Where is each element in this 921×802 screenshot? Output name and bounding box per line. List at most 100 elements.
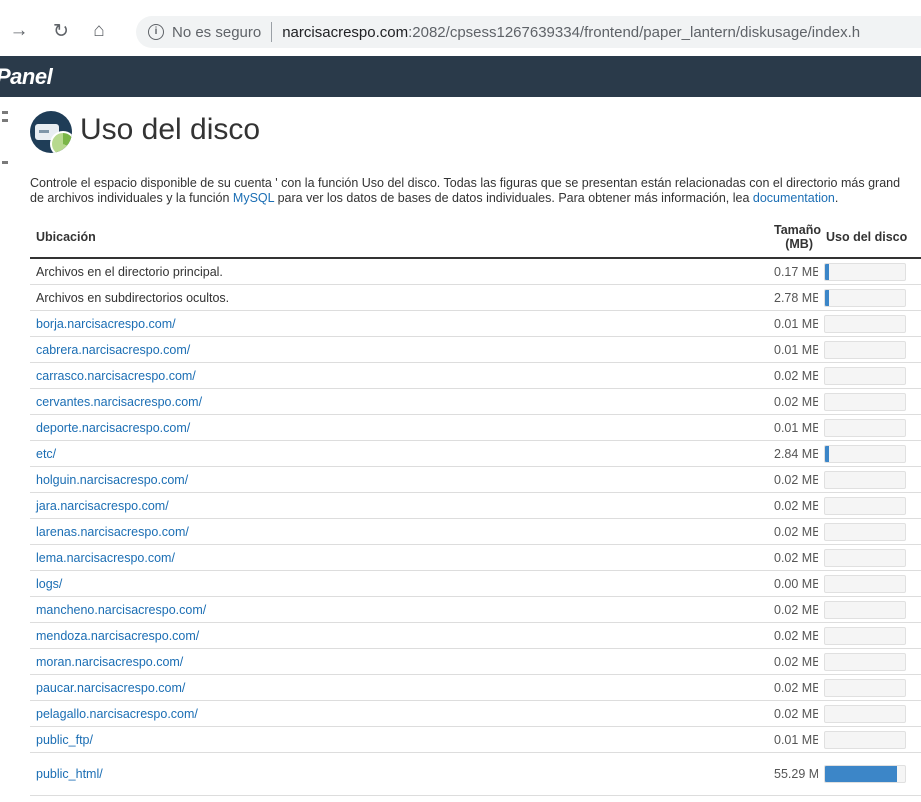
security-label[interactable]: No es seguro	[172, 24, 261, 41]
table-row: Archivos en subdirectorios ocultos. 2.78 …	[30, 284, 921, 311]
location-link[interactable]: holguin.narcisacrespo.com/	[30, 466, 768, 493]
location-link[interactable]: cabrera.narcisacrespo.com/	[30, 336, 768, 363]
size-value: 0.02 MB	[768, 674, 818, 701]
location-link[interactable]: mancheno.narcisacrespo.com/	[30, 596, 768, 623]
usage-bar	[824, 765, 906, 783]
usage-cell	[818, 544, 921, 571]
location-label: Archivos en el directorio principal.	[30, 258, 768, 285]
location-link[interactable]: jara.narcisacrespo.com/	[30, 492, 768, 519]
usage-bar	[824, 288, 906, 307]
location-link[interactable]: logs/	[30, 570, 768, 597]
page-description: Controle el espacio disponible de su cue…	[30, 176, 921, 206]
location-link[interactable]: etc/	[30, 440, 768, 467]
usage-bar	[824, 730, 906, 749]
location-link[interactable]: deporte.narcisacrespo.com/	[30, 414, 768, 441]
description-line-1: Controle el espacio disponible de su cue…	[30, 176, 901, 190]
table-row: cabrera.narcisacrespo.com/0.01 MB	[30, 336, 921, 363]
usage-bar	[824, 626, 906, 645]
disk-usage-table: Ubicación Tamaño (MB) Uso del disco Arch…	[30, 217, 921, 796]
page-title: Uso del disco	[80, 113, 261, 146]
usage-bar	[824, 418, 906, 437]
usage-bar	[824, 678, 906, 697]
size-value: 0.02 MB	[768, 388, 818, 415]
size-value: 0.01 MB	[768, 336, 818, 363]
size-value: 0.02 MB	[768, 596, 818, 623]
location-link[interactable]: pelagallo.narcisacrespo.com/	[30, 700, 768, 727]
usage-bar-fill	[825, 445, 829, 462]
location-link[interactable]: moran.narcisacrespo.com/	[30, 648, 768, 675]
description-line-2: de archivos individuales y la función My…	[30, 191, 921, 206]
usage-bar	[824, 470, 906, 489]
location-link[interactable]: lema.narcisacrespo.com/	[30, 544, 768, 571]
size-value: 0.02 MB	[768, 648, 818, 675]
size-value: 0.02 MB	[768, 492, 818, 519]
table-row: borja.narcisacrespo.com/0.01 MB	[30, 310, 921, 337]
home-icon[interactable]: ⌂	[88, 20, 110, 42]
browser-toolbar: → ↻ ⌂ i No es seguro narcisacrespo.com:2…	[0, 0, 921, 63]
mysql-link[interactable]: MySQL	[233, 191, 274, 205]
header-size[interactable]: Tamaño (MB)	[768, 217, 821, 259]
info-icon[interactable]: i	[148, 24, 164, 40]
table-row: moran.narcisacrespo.com/0.02 MB	[30, 648, 921, 675]
usage-bar	[824, 652, 906, 671]
address-bar[interactable]: i No es seguro narcisacrespo.com:2082/cp…	[136, 16, 921, 48]
usage-bar	[824, 392, 906, 411]
size-value: 0.02 MB	[768, 518, 818, 545]
disk-usage-table-wrap: Ubicación Tamaño (MB) Uso del disco Arch…	[30, 217, 921, 796]
usage-bar	[824, 340, 906, 359]
usage-cell	[818, 362, 921, 389]
location-link[interactable]: mendoza.narcisacrespo.com/	[30, 622, 768, 649]
table-header-row: Ubicación Tamaño (MB) Uso del disco	[30, 217, 921, 259]
usage-bar	[824, 496, 906, 515]
usage-bar-fill	[825, 263, 829, 280]
sidebar-tick	[2, 161, 8, 164]
usage-cell	[818, 388, 921, 415]
location-link[interactable]: larenas.narcisacrespo.com/	[30, 518, 768, 545]
forward-icon[interactable]: →	[8, 20, 30, 42]
usage-cell	[818, 596, 921, 623]
url-text[interactable]: narcisacrespo.com:2082/cpsess1267639334/…	[282, 24, 860, 41]
usage-cell	[818, 414, 921, 441]
location-link[interactable]: borja.narcisacrespo.com/	[30, 310, 768, 337]
sidebar-tick	[2, 111, 8, 114]
location-link[interactable]: public_html/	[30, 752, 768, 796]
table-row: etc/2.84 MB	[30, 440, 921, 467]
location-link[interactable]: cervantes.narcisacrespo.com/	[30, 388, 768, 415]
size-value: 2.78 MB	[768, 284, 818, 311]
size-value: 0.01 MB	[768, 310, 818, 337]
table-row: pelagallo.narcisacrespo.com/0.02 MB	[30, 700, 921, 727]
usage-cell	[818, 284, 921, 311]
usage-bar-fill	[825, 766, 897, 782]
table-row: lema.narcisacrespo.com/0.02 MB	[30, 544, 921, 571]
location-link[interactable]: paucar.narcisacrespo.com/	[30, 674, 768, 701]
usage-cell	[818, 700, 921, 727]
size-value: 0.02 MB	[768, 544, 818, 571]
sidebar-tick	[2, 119, 8, 122]
table-row: logs/0.00 MB	[30, 570, 921, 597]
size-value: 55.29 MB	[768, 752, 818, 796]
usage-cell	[818, 726, 921, 753]
usage-cell	[818, 570, 921, 597]
location-link[interactable]: carrasco.narcisacrespo.com/	[30, 362, 768, 389]
header-location[interactable]: Ubicación	[30, 217, 768, 259]
cpanel-logo[interactable]: Panel	[0, 64, 53, 90]
size-value: 0.02 MB	[768, 466, 818, 493]
table-row: larenas.narcisacrespo.com/0.02 MB	[30, 518, 921, 545]
usage-bar	[824, 314, 906, 333]
documentation-link[interactable]: documentation	[753, 191, 835, 205]
table-row: holguin.narcisacrespo.com/0.02 MB	[30, 466, 921, 493]
location-link[interactable]: public_ftp/	[30, 726, 768, 753]
header-usage[interactable]: Uso del disco	[818, 217, 921, 259]
usage-cell	[818, 622, 921, 649]
usage-cell	[818, 310, 921, 337]
usage-cell	[818, 674, 921, 701]
table-row: carrasco.narcisacrespo.com/0.02 MB	[30, 362, 921, 389]
table-row: mendoza.narcisacrespo.com/0.02 MB	[30, 622, 921, 649]
usage-cell	[818, 518, 921, 545]
size-value: 0.00 MB	[768, 570, 818, 597]
url-host: narcisacrespo.com	[282, 23, 409, 41]
usage-bar	[824, 600, 906, 619]
pie-icon-part	[50, 131, 72, 153]
table-row: public_ftp/0.01 MB	[30, 726, 921, 753]
reload-icon[interactable]: ↻	[50, 20, 72, 42]
